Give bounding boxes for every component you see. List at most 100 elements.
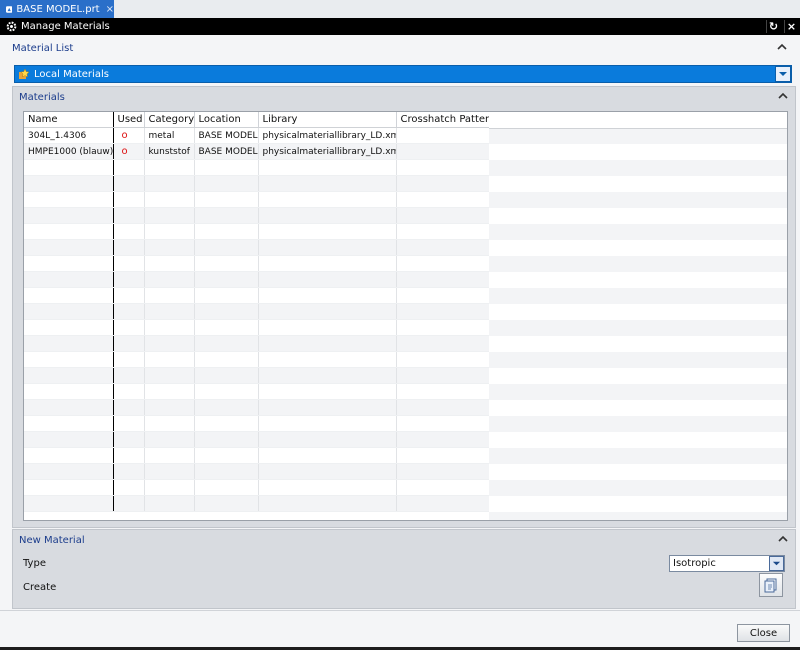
cell-category: metal: [144, 127, 195, 144]
type-dropdown[interactable]: Isotropic: [669, 555, 785, 572]
empty-cell: [144, 399, 195, 416]
empty-cell: [113, 303, 145, 320]
empty-cell: [396, 415, 490, 432]
column-header-name[interactable]: Name: [24, 112, 114, 128]
reset-button[interactable]: ↻: [766, 20, 780, 33]
empty-table-row: [24, 175, 490, 192]
empty-cell: [194, 255, 259, 272]
column-header-location[interactable]: Location: [194, 112, 259, 128]
empty-cell: [396, 223, 490, 240]
empty-cell: [24, 399, 114, 416]
column-header-crosshatch[interactable]: Crosshatch Pattern: [396, 112, 495, 128]
reset-icon: ↻: [768, 20, 779, 33]
empty-cell: [113, 239, 145, 256]
empty-cell: [113, 351, 145, 368]
empty-cell: [194, 495, 259, 512]
document-tab-title: BASE MODEL.prt: [16, 3, 100, 15]
type-dropdown-arrow[interactable]: [769, 556, 784, 571]
empty-cell: [24, 303, 114, 320]
chevron-up-icon[interactable]: [777, 90, 789, 102]
materials-table[interactable]: Name Used Category Location Library Cros…: [23, 111, 788, 521]
empty-cell: [113, 367, 145, 384]
empty-table-row: [24, 399, 490, 416]
empty-cell: [396, 367, 490, 384]
empty-cell: [144, 415, 195, 432]
close-button[interactable]: Close: [737, 624, 790, 642]
empty-cell: [258, 479, 397, 496]
empty-cell: [258, 255, 397, 272]
tab-close-icon[interactable]: ×: [106, 4, 114, 15]
column-header-category[interactable]: Category: [144, 112, 195, 128]
chevron-up-icon[interactable]: [777, 533, 789, 545]
column-header-library[interactable]: Library: [258, 112, 397, 128]
table-empty-area: [489, 112, 787, 520]
empty-cell: [113, 463, 145, 480]
empty-cell: [396, 463, 490, 480]
empty-cell: [24, 255, 114, 272]
close-window-button[interactable]: ×: [784, 20, 798, 33]
type-value: Isotropic: [673, 558, 716, 569]
empty-cell: [24, 383, 114, 400]
empty-cell: [194, 399, 259, 416]
chevron-down-icon: [772, 561, 781, 566]
empty-cell: [144, 479, 195, 496]
empty-cell: [194, 447, 259, 464]
empty-cell: [24, 463, 114, 480]
empty-cell: [396, 351, 490, 368]
table-row[interactable]: 304L_1.4306 o metal BASE MODEL physicalm…: [24, 127, 490, 144]
empty-cell: [144, 287, 195, 304]
empty-cell: [396, 239, 490, 256]
empty-table-row: [24, 271, 490, 288]
empty-cell: [258, 351, 397, 368]
empty-cell: [258, 495, 397, 512]
material-list-dropdown[interactable]: Local Materials: [14, 65, 792, 83]
material-list-header[interactable]: Material List: [6, 39, 794, 57]
empty-cell: [144, 303, 195, 320]
cell-category: kunststof: [144, 143, 195, 160]
column-header-used[interactable]: Used: [113, 112, 145, 128]
empty-cell: [113, 495, 145, 512]
empty-table-row: [24, 495, 490, 512]
empty-table-row: [24, 351, 490, 368]
empty-table-row: [24, 463, 490, 480]
empty-cell: [396, 207, 490, 224]
table-row[interactable]: HMPE1000 (blauw) o kunststof BASE MODEL …: [24, 143, 490, 160]
chevron-up-icon[interactable]: [776, 41, 788, 53]
empty-cell: [396, 319, 490, 336]
document-tab[interactable]: BASE MODEL.prt ×: [0, 0, 114, 18]
empty-cell: [258, 175, 397, 192]
empty-cell: [24, 367, 114, 384]
empty-cell: [258, 431, 397, 448]
empty-cell: [113, 255, 145, 272]
empty-cell: [258, 415, 397, 432]
empty-table-row: [24, 367, 490, 384]
type-label: Type: [23, 558, 46, 569]
dropdown-arrow[interactable]: [775, 66, 791, 82]
empty-cell: [194, 287, 259, 304]
empty-cell: [144, 159, 195, 176]
empty-cell: [258, 271, 397, 288]
empty-cell: [194, 431, 259, 448]
cell-location: BASE MODEL: [194, 127, 259, 144]
table-header-row: Name Used Category Location Library Cros…: [24, 112, 495, 128]
new-material-header[interactable]: New Material: [13, 531, 795, 549]
empty-cell: [24, 319, 114, 336]
empty-cell: [24, 223, 114, 240]
empty-table-row: [24, 223, 490, 240]
empty-cell: [24, 447, 114, 464]
empty-cell: [113, 159, 145, 176]
empty-cell: [396, 335, 490, 352]
empty-cell: [258, 207, 397, 224]
materials-header[interactable]: Materials: [13, 88, 795, 106]
dialog-footer: Close: [0, 610, 800, 648]
create-material-button[interactable]: [759, 573, 783, 597]
empty-cell: [194, 335, 259, 352]
empty-cell: [194, 319, 259, 336]
manage-materials-dialog: Material List Local Materials Materials: [0, 35, 800, 648]
empty-cell: [396, 159, 490, 176]
empty-cell: [24, 191, 114, 208]
chevron-down-icon: [779, 72, 787, 76]
empty-cell: [24, 431, 114, 448]
empty-cell: [24, 207, 114, 224]
empty-cell: [194, 415, 259, 432]
